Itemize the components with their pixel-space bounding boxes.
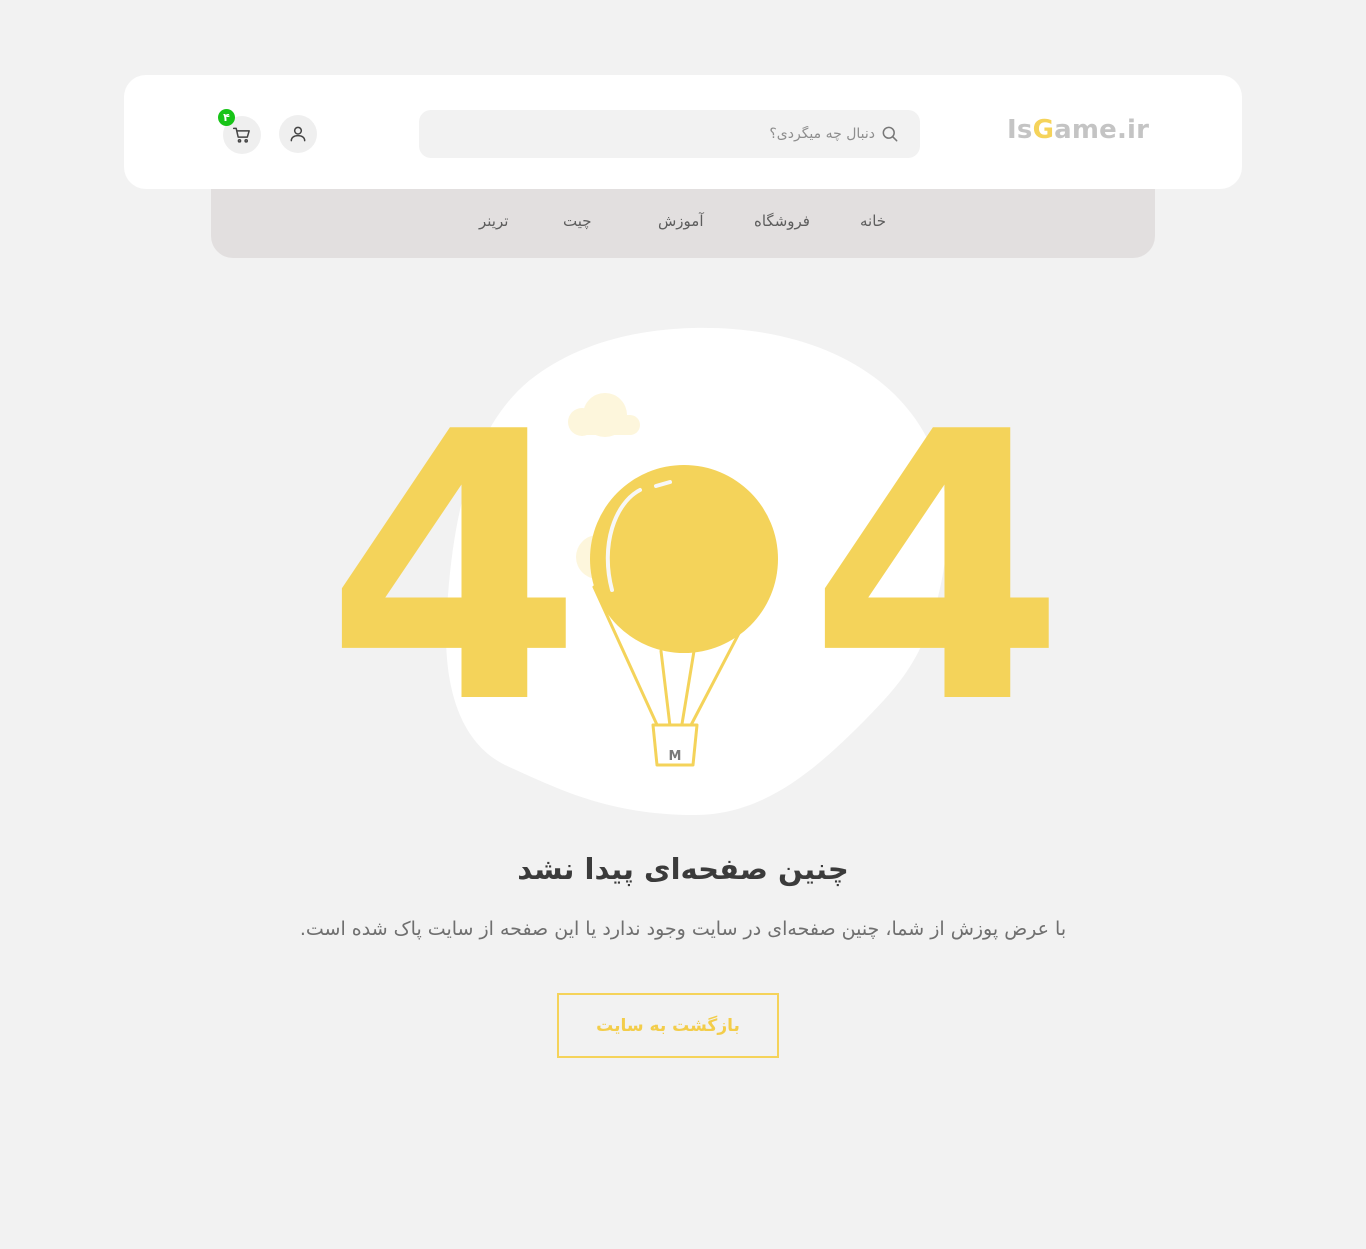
error-title: چنین صفحه‌ای پیدا نشد <box>517 852 849 886</box>
site-header: IsGame.ir ۴ <box>124 75 1242 189</box>
nav-item-cheat[interactable]: چیت <box>563 212 592 230</box>
back-to-site-button[interactable]: بازگشت به سایت <box>557 993 779 1058</box>
error-digit-right: 4 <box>808 355 1060 785</box>
cart-icon <box>232 127 250 143</box>
search-icon[interactable] <box>880 124 900 144</box>
search-box <box>419 110 920 158</box>
nav-item-home[interactable]: خانه <box>860 212 886 230</box>
basket-mark: M <box>669 749 682 764</box>
error-message: با عرض پوزش از شما، چنین صفحه‌ای در سایت… <box>299 918 1067 940</box>
nav-item-tutorials[interactable]: آموزش <box>658 212 704 230</box>
site-logo[interactable]: IsGame.ir <box>1007 115 1149 145</box>
cart-count-badge: ۴ <box>218 109 235 126</box>
account-button[interactable] <box>279 115 317 153</box>
logo-text-g: G <box>1032 115 1055 145</box>
search-input[interactable] <box>435 110 875 158</box>
logo-text-is: Is <box>1007 115 1033 145</box>
user-icon <box>290 126 306 142</box>
error-digit-left: 4 <box>330 355 583 785</box>
nav-item-shop[interactable]: فروشگاه <box>754 212 810 230</box>
nav-item-trainer[interactable]: ترینر <box>479 212 508 230</box>
logo-text-rest: ame.ir <box>1054 115 1150 145</box>
error-illustration: 4 4 M <box>330 327 1060 815</box>
